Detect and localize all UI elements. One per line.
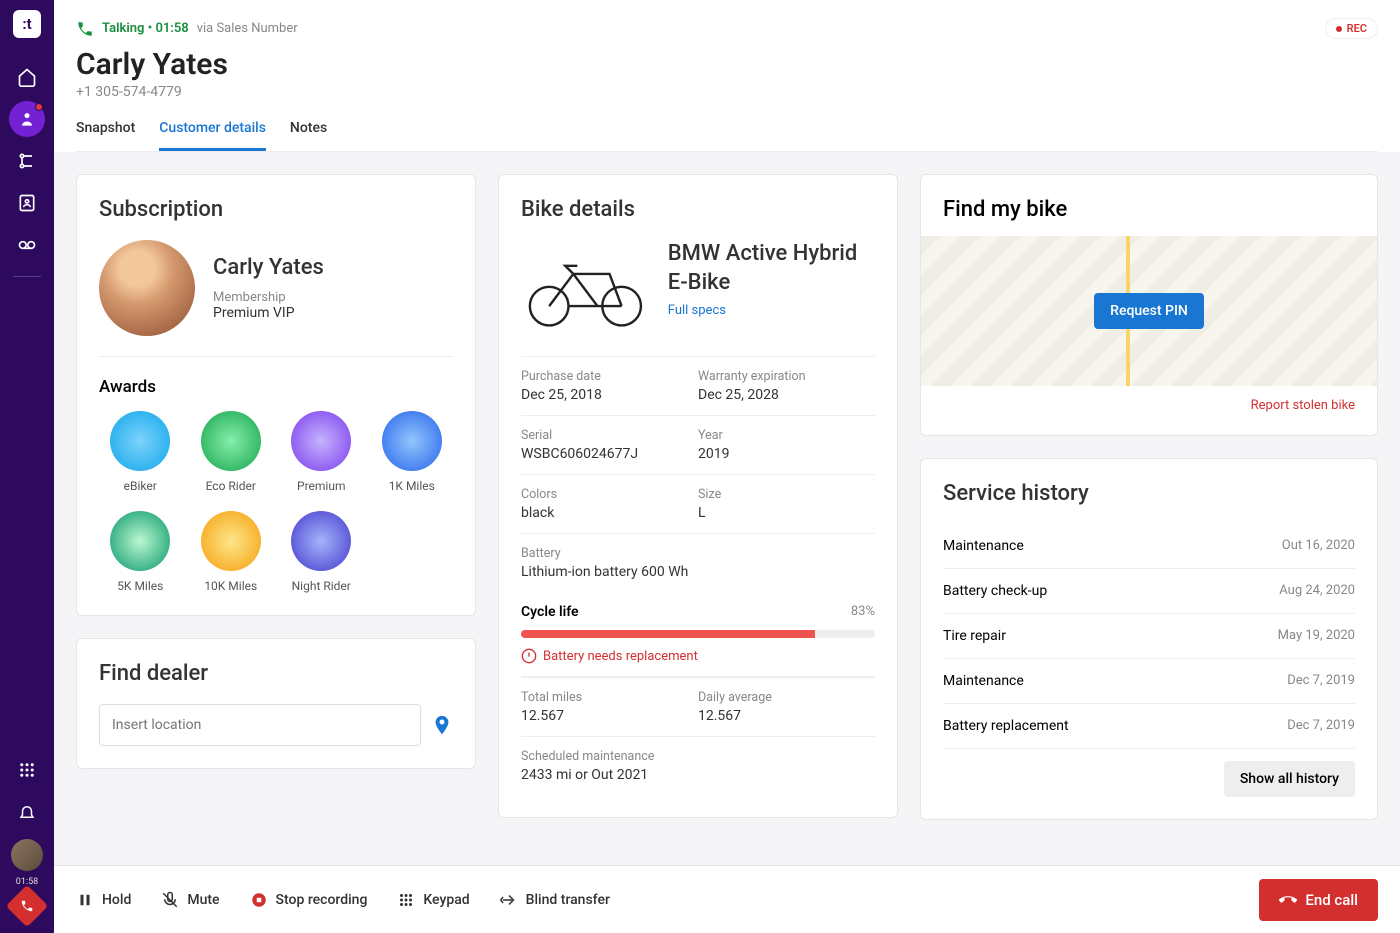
full-specs-link[interactable]: Full specs bbox=[668, 303, 875, 318]
apps-icon[interactable] bbox=[9, 752, 45, 788]
dealer-location-input[interactable] bbox=[99, 704, 421, 746]
hold-button[interactable]: Hold bbox=[76, 891, 131, 909]
history-item[interactable]: MaintenanceDec 7, 2019 bbox=[943, 659, 1355, 704]
voicemail-icon[interactable] bbox=[9, 227, 45, 263]
award-1k-miles: 1K Miles bbox=[371, 411, 454, 493]
customer-phone: +1 305-574-4779 bbox=[76, 84, 1378, 100]
keypad-button[interactable]: Keypad bbox=[397, 891, 469, 909]
cycle-progress bbox=[521, 630, 875, 638]
history-item[interactable]: Battery replacementDec 7, 2019 bbox=[943, 704, 1355, 749]
award-10k-miles: 10K Miles bbox=[190, 511, 273, 593]
bike-model: BMW Active Hybrid E-Bike bbox=[668, 240, 875, 297]
rec-badge: REC bbox=[1325, 18, 1378, 39]
tab-snapshot[interactable]: Snapshot bbox=[76, 120, 135, 151]
subscription-title: Subscription bbox=[99, 197, 453, 222]
request-pin-button[interactable]: Request PIN bbox=[1094, 293, 1204, 329]
history-item[interactable]: Tire repairMay 19, 2020 bbox=[943, 614, 1355, 659]
bike-details-card: Bike details BMW Active Hybrid E-Bike Fu… bbox=[498, 174, 898, 818]
topbar: Talking • 01:58 via Sales Number REC Car… bbox=[54, 0, 1400, 152]
bike-details-title: Bike details bbox=[521, 197, 875, 222]
tab-notes[interactable]: Notes bbox=[290, 120, 327, 151]
hangup-diamond-button[interactable] bbox=[6, 885, 48, 927]
battery-warning: Battery needs replacement bbox=[521, 648, 875, 664]
blind-transfer-button[interactable]: Blind transfer bbox=[500, 891, 610, 909]
phone-icon bbox=[76, 20, 94, 38]
service-history-title: Service history bbox=[943, 481, 1355, 506]
awards-grid: eBiker Eco Rider Premium 1K Miles 5K Mil… bbox=[99, 411, 453, 593]
membership-label: Membership bbox=[213, 290, 324, 305]
notifications-icon[interactable] bbox=[9, 794, 45, 830]
show-all-history-button[interactable]: Show all history bbox=[1224, 761, 1355, 797]
find-dealer-card: Find dealer bbox=[76, 638, 476, 769]
bike-map[interactable]: Request PIN bbox=[921, 236, 1377, 386]
app-logo[interactable]: :t bbox=[13, 10, 41, 38]
history-item[interactable]: Battery check-upAug 24, 2020 bbox=[943, 569, 1355, 614]
tabs: Snapshot Customer details Notes bbox=[76, 120, 1378, 152]
call-control-bar: Hold Mute Stop recording Keypad Blind tr… bbox=[54, 865, 1400, 933]
find-my-bike-card: Find my bike Request PIN Report stolen b… bbox=[920, 174, 1378, 436]
content-grid: Subscription Carly Yates Membership Prem… bbox=[54, 152, 1400, 865]
call-status-row: Talking • 01:58 via Sales Number REC bbox=[76, 18, 1378, 39]
award-5k-miles: 5K Miles bbox=[99, 511, 182, 593]
report-stolen-link[interactable]: Report stolen bike bbox=[943, 398, 1355, 413]
user-avatar[interactable] bbox=[11, 839, 43, 871]
service-history-card: Service history MaintenanceOut 16, 2020B… bbox=[920, 458, 1378, 820]
end-call-button[interactable]: End call bbox=[1259, 879, 1378, 921]
call-state: Talking • 01:58 bbox=[102, 21, 189, 36]
award-eco-rider: Eco Rider bbox=[190, 411, 273, 493]
flow-icon[interactable] bbox=[9, 143, 45, 179]
find-bike-title: Find my bike bbox=[943, 197, 1355, 222]
customer-avatar bbox=[99, 240, 195, 336]
customer-name: Carly Yates bbox=[76, 47, 1378, 82]
bike-image bbox=[521, 240, 650, 340]
agent-icon[interactable] bbox=[9, 101, 45, 137]
award-night-rider: Night Rider bbox=[280, 511, 363, 593]
home-icon[interactable] bbox=[9, 59, 45, 95]
contacts-icon[interactable] bbox=[9, 185, 45, 221]
history-item[interactable]: MaintenanceOut 16, 2020 bbox=[943, 524, 1355, 569]
call-via: via Sales Number bbox=[197, 21, 298, 36]
award-premium: Premium bbox=[280, 411, 363, 493]
mute-button[interactable]: Mute bbox=[161, 891, 219, 909]
cycle-life-section: Cycle life83% Battery needs replacement bbox=[521, 592, 875, 677]
location-pin-icon[interactable] bbox=[431, 714, 453, 736]
awards-title: Awards bbox=[99, 377, 453, 397]
find-dealer-title: Find dealer bbox=[99, 661, 453, 686]
membership-value: Premium VIP bbox=[213, 305, 324, 321]
stop-recording-button[interactable]: Stop recording bbox=[250, 891, 368, 909]
subscription-card: Subscription Carly Yates Membership Prem… bbox=[76, 174, 476, 616]
main-area: Talking • 01:58 via Sales Number REC Car… bbox=[54, 0, 1400, 933]
subscription-name: Carly Yates bbox=[213, 255, 324, 280]
tab-customer-details[interactable]: Customer details bbox=[159, 120, 266, 151]
award-ebiker: eBiker bbox=[99, 411, 182, 493]
left-nav-sidebar: :t 01:58 bbox=[0, 0, 54, 933]
